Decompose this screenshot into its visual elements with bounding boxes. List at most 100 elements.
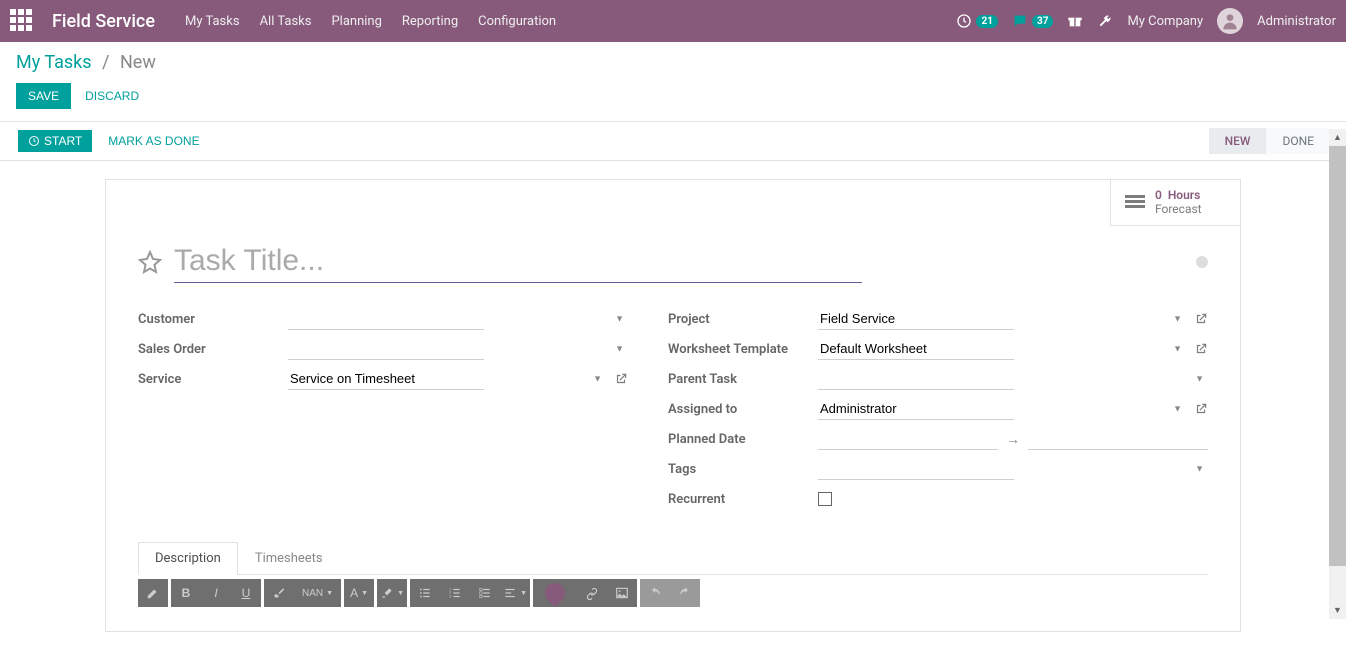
- kanban-state-dot[interactable]: [1196, 256, 1208, 268]
- breadcrumb-parent[interactable]: My Tasks: [16, 52, 92, 73]
- chevron-down-icon: ▼: [1173, 314, 1182, 325]
- chevron-down-icon: ▼: [615, 314, 624, 325]
- user-menu[interactable]: Administrator: [1257, 14, 1336, 29]
- wrench-icon[interactable]: [1097, 13, 1113, 29]
- clock-activity[interactable]: 21: [956, 13, 997, 29]
- apps-icon[interactable]: [10, 9, 34, 33]
- font-size-button[interactable]: NAN▼: [294, 579, 341, 607]
- forecast-stat-button[interactable]: 0 Hours Forecast: [1110, 180, 1240, 226]
- scroll-thumb[interactable]: [1329, 146, 1346, 566]
- chat-badge: 37: [1032, 15, 1053, 28]
- forecast-value: 0: [1155, 188, 1162, 202]
- star-icon[interactable]: [138, 250, 162, 274]
- clock-icon: [956, 13, 972, 29]
- align-button[interactable]: ▼: [500, 579, 530, 607]
- discard-button[interactable]: DISCARD: [81, 83, 143, 109]
- control-panel: My Tasks / New SAVE DISCARD: [0, 42, 1346, 122]
- forecast-label: Forecast: [1155, 202, 1202, 216]
- checklist-button[interactable]: [470, 579, 500, 607]
- status-done[interactable]: DONE: [1266, 128, 1330, 154]
- project-label: Project: [668, 312, 818, 327]
- breadcrumb-current: New: [120, 52, 156, 73]
- external-link-icon[interactable]: [1194, 402, 1208, 416]
- breadcrumb-separator: /: [102, 52, 109, 73]
- form-sheet: 0 Hours Forecast Customer ▼: [105, 179, 1241, 632]
- brand-title[interactable]: Field Service: [52, 11, 155, 32]
- undo-button[interactable]: [640, 579, 670, 607]
- start-button[interactable]: START: [18, 130, 92, 152]
- sales-order-field[interactable]: [288, 338, 484, 360]
- link-button[interactable]: [577, 579, 607, 607]
- nav-my-tasks[interactable]: My Tasks: [185, 14, 240, 29]
- tab-timesheets[interactable]: Timesheets: [238, 542, 340, 575]
- save-button[interactable]: SAVE: [16, 83, 71, 109]
- planned-date-end[interactable]: [1028, 428, 1208, 450]
- recurrent-label: Recurrent: [668, 492, 818, 507]
- forecast-unit: Hours: [1168, 188, 1200, 202]
- worksheet-label: Worksheet Template: [668, 342, 818, 357]
- external-link-icon[interactable]: [1194, 342, 1208, 356]
- svg-text:3: 3: [449, 595, 451, 599]
- highlight-button[interactable]: ▼: [377, 579, 407, 607]
- company-selector[interactable]: My Company: [1127, 14, 1203, 29]
- list-ol-button[interactable]: 123: [440, 579, 470, 607]
- parent-task-field[interactable]: [818, 368, 1014, 390]
- nav-configuration[interactable]: Configuration: [478, 14, 556, 29]
- chevron-down-icon: ▼: [1195, 374, 1204, 385]
- service-label: Service: [138, 372, 288, 387]
- breadcrumb: My Tasks / New: [16, 52, 1330, 73]
- messaging[interactable]: 37: [1012, 13, 1053, 29]
- sales-order-label: Sales Order: [138, 342, 288, 357]
- nav-reporting[interactable]: Reporting: [402, 14, 458, 29]
- tabs: Description Timesheets: [138, 541, 1208, 575]
- customer-field[interactable]: [288, 308, 484, 330]
- underline-button[interactable]: U: [231, 579, 261, 607]
- vertical-scrollbar[interactable]: ▲ ▼: [1329, 129, 1346, 619]
- nav-links: My Tasks All Tasks Planning Reporting Co…: [185, 14, 957, 29]
- planned-date-start[interactable]: [818, 428, 998, 450]
- tags-field[interactable]: [818, 458, 1014, 480]
- chat-icon: [1012, 13, 1028, 29]
- clock-badge: 21: [976, 15, 997, 28]
- bold-button[interactable]: B: [171, 579, 201, 607]
- font-color-button[interactable]: A▼: [344, 579, 374, 607]
- task-title-input[interactable]: [174, 240, 862, 283]
- assigned-label: Assigned to: [668, 402, 818, 417]
- recurrent-checkbox[interactable]: [818, 492, 832, 506]
- external-link-icon[interactable]: [1194, 312, 1208, 326]
- image-button[interactable]: [607, 579, 637, 607]
- service-field[interactable]: [288, 368, 484, 390]
- customer-label: Customer: [138, 312, 288, 327]
- worksheet-field[interactable]: [818, 338, 1014, 360]
- chevron-down-icon: ▼: [1173, 404, 1182, 415]
- brush-icon[interactable]: [264, 579, 294, 607]
- italic-button[interactable]: I: [201, 579, 231, 607]
- nav-all-tasks[interactable]: All Tasks: [260, 14, 312, 29]
- chevron-down-icon: ▼: [593, 374, 602, 385]
- planned-date-label: Planned Date: [668, 432, 818, 447]
- pencil-icon[interactable]: [138, 579, 168, 607]
- bars-icon: [1125, 195, 1145, 209]
- marker-button[interactable]: [533, 579, 577, 607]
- project-field[interactable]: [818, 308, 1014, 330]
- clock-icon: [28, 135, 40, 147]
- list-ul-button[interactable]: [410, 579, 440, 607]
- scroll-down-icon[interactable]: ▼: [1329, 602, 1346, 619]
- scroll-up-icon[interactable]: ▲: [1329, 129, 1346, 146]
- avatar: [1217, 8, 1243, 34]
- tags-label: Tags: [668, 462, 818, 477]
- nav-planning[interactable]: Planning: [331, 14, 381, 29]
- arrow-right-icon: →: [1006, 431, 1020, 448]
- gift-icon[interactable]: [1067, 13, 1083, 29]
- parent-task-label: Parent Task: [668, 372, 818, 387]
- top-navbar: Field Service My Tasks All Tasks Plannin…: [0, 0, 1346, 42]
- assigned-field[interactable]: [818, 398, 1014, 420]
- redo-button[interactable]: [670, 579, 700, 607]
- chevron-down-icon: ▼: [1195, 464, 1204, 475]
- chevron-down-icon: ▼: [615, 344, 624, 355]
- chevron-down-icon: ▼: [1173, 344, 1182, 355]
- mark-done-button[interactable]: MARK AS DONE: [104, 128, 203, 154]
- status-new[interactable]: NEW: [1209, 128, 1267, 154]
- tab-description[interactable]: Description: [138, 542, 238, 575]
- external-link-icon[interactable]: [614, 372, 628, 386]
